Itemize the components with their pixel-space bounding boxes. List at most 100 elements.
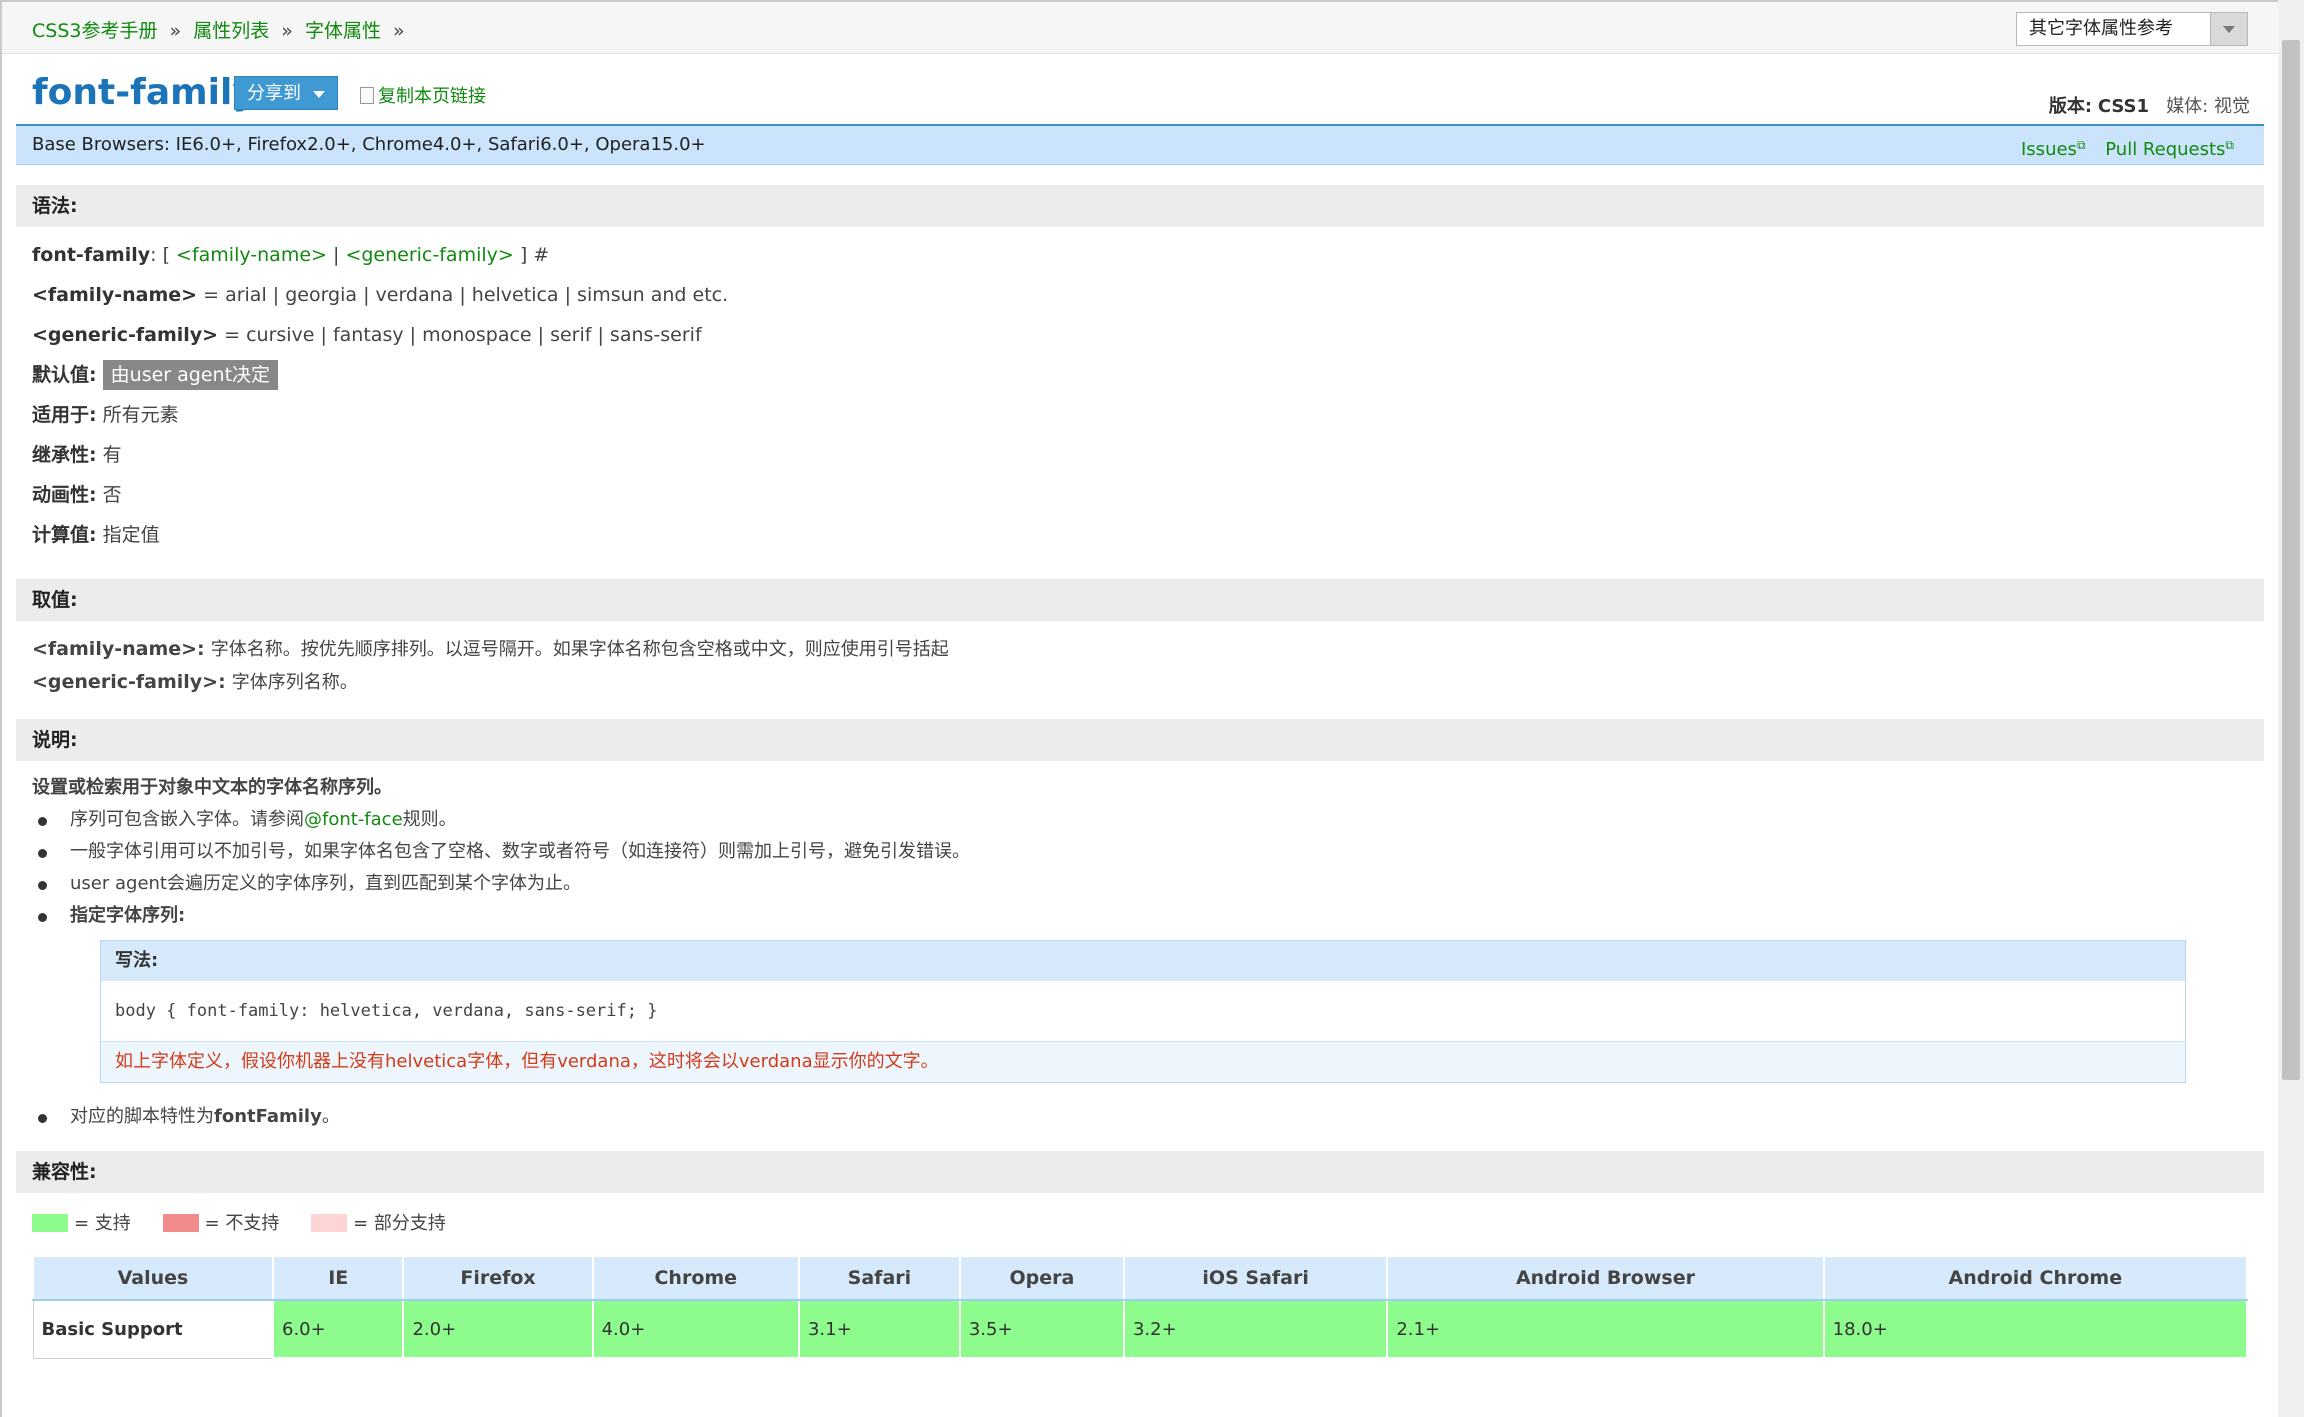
list-item: 指定字体序列:: [32, 900, 2248, 932]
pull-requests-link[interactable]: Pull Requests: [2105, 139, 2225, 160]
font-face-link[interactable]: @font-face: [304, 809, 403, 830]
syntax-pipe: |: [332, 244, 340, 266]
breadcrumb-font-properties[interactable]: 字体属性: [305, 20, 381, 42]
syntax-colon: :: [150, 244, 157, 266]
syntax-close: ] #: [519, 244, 550, 266]
applies-row: 适用于: 所有元素: [32, 395, 2248, 435]
col-header: Values: [32, 1255, 274, 1301]
page: CSS3参考手册 » 属性列表 » 字体属性 » 其它字体属性参考 font-f…: [0, 0, 2278, 1417]
table-cell: 6.0+: [271, 1299, 405, 1359]
breadcrumb-separator: »: [169, 20, 182, 42]
family-name-value: = arial | georgia | verdana | helvetica …: [203, 284, 729, 306]
values-content: <family-name>: 字体名称。按优先顺序排列。以逗号隔开。如果字体名称…: [16, 621, 2264, 699]
top-bar: CSS3参考手册 » 属性列表 » 字体属性 » 其它字体属性参考: [2, 2, 2278, 54]
page-header: font-family 分享到 复制本页链接 版本: CSS1 媒体: 视觉: [16, 54, 2264, 126]
version-value: CSS1: [2097, 96, 2150, 117]
list-item: 对应的脚本特性为fontFamily。: [32, 1101, 2248, 1133]
bullet-text: 指定字体序列:: [70, 905, 186, 926]
computed-row: 计算值: 指定值: [32, 515, 2248, 555]
breadcrumb-property-list[interactable]: 属性列表: [193, 20, 269, 42]
breadcrumb-separator: »: [281, 20, 293, 42]
scrollbar-thumb[interactable]: [2282, 40, 2300, 1080]
bullet-text: 序列可包含嵌入字体。请参阅: [70, 809, 304, 830]
generic-family-value: = cursive | fantasy | monospace | serif …: [224, 324, 702, 346]
col-header: Android Chrome: [1822, 1255, 2249, 1301]
bullet-text: 对应的脚本特性为: [70, 1106, 214, 1127]
family-name-link[interactable]: <family-name>: [176, 244, 327, 266]
value-family-term: <family-name>:: [32, 638, 205, 660]
inherit-label: 继承性:: [32, 444, 97, 466]
select-value: 其它字体属性参考: [2029, 18, 2173, 39]
computed-label: 计算值:: [32, 524, 97, 546]
legend-support: = 支持: [32, 1213, 131, 1234]
family-name-term: <family-name>: [32, 284, 198, 306]
syntax-open: [: [162, 244, 170, 266]
value-generic-desc: 字体序列名称。: [231, 672, 358, 693]
table-cell: 2.1+: [1386, 1299, 1825, 1359]
description-heading: 说明:: [16, 719, 2264, 761]
list-item: 序列可包含嵌入字体。请参阅@font-face规则。: [32, 804, 2248, 836]
table-cell: 4.0+: [591, 1299, 800, 1359]
breadcrumb-separator: »: [393, 20, 405, 42]
generic-family-link[interactable]: <generic-family>: [345, 244, 513, 266]
col-header: iOS Safari: [1122, 1255, 1389, 1301]
generic-family-def: <generic-family> = cursive | fantasy | m…: [32, 315, 2248, 355]
description-content: 设置或检索用于对象中文本的字体名称序列。 序列可包含嵌入字体。请参阅@font-…: [16, 761, 2264, 1133]
legend-nosupport-label: = 不支持: [204, 1213, 280, 1234]
breadcrumb-css3-manual[interactable]: CSS3参考手册: [32, 20, 157, 42]
legend-partial: = 部分支持: [311, 1213, 446, 1234]
description-list: 序列可包含嵌入字体。请参阅@font-face规则。 一般字体引用可以不加引号，…: [32, 804, 2248, 932]
copy-link-label: 复制本页链接: [378, 86, 486, 107]
copy-link-button[interactable]: 复制本页链接: [360, 82, 486, 108]
external-link-icon: ⧉: [2076, 138, 2086, 152]
applies-label: 适用于:: [32, 404, 97, 426]
vertical-scrollbar[interactable]: [2278, 0, 2304, 1417]
chevron-down-icon[interactable]: [2210, 13, 2247, 45]
syntax-prop: font-family: [32, 244, 151, 266]
other-font-props-select[interactable]: 其它字体属性参考: [2016, 12, 2248, 46]
value-generic-family: <generic-family>: 字体序列名称。: [32, 666, 2248, 699]
col-header: Safari: [797, 1255, 961, 1301]
syntax-heading: 语法:: [16, 185, 2264, 227]
external-link-icon: ⧉: [2225, 138, 2234, 152]
value-family-name: <family-name>: 字体名称。按优先顺序排列。以逗号隔开。如果字体名称…: [32, 633, 2248, 666]
animation-label: 动画性:: [32, 484, 97, 506]
col-header: Opera: [958, 1255, 1125, 1301]
bullet-text: user agent会遍历定义的字体序列，直到匹配到某个字体为止。: [70, 873, 581, 894]
breadcrumb: CSS3参考手册 » 属性列表 » 字体属性 »: [32, 16, 411, 43]
document-icon: [360, 87, 374, 104]
computed-value: 指定值: [102, 524, 160, 546]
table-cell: 3.5+: [958, 1299, 1125, 1359]
table-cell: 2.0+: [402, 1299, 594, 1359]
legend-swatch-support: [32, 1214, 68, 1232]
table-cell: 3.1+: [797, 1299, 961, 1359]
syntax-content: font-family: [ <family-name> | <generic-…: [16, 227, 2264, 555]
legend-nosupport: = 不支持: [162, 1213, 280, 1234]
lead-text: 设置或检索用于对象中文本的字体名称序列。: [32, 777, 392, 798]
col-header: Android Browser: [1386, 1255, 1825, 1301]
value-family-desc: 字体名称。按优先顺序排列。以逗号隔开。如果字体名称包含空格或中文，则应使用引号括…: [210, 639, 949, 660]
base-browsers-bar: Base Browsers: IE6.0+, Firefox2.0+, Chro…: [16, 126, 2264, 165]
animation-value: 否: [102, 484, 122, 506]
issues-link[interactable]: Issues: [2021, 139, 2077, 160]
version-info: 版本: CSS1 媒体: 视觉: [2049, 92, 2250, 118]
example-note: 如上字体定义，假设你机器上没有helvetica字体，但有verdana，这时将…: [101, 1042, 2185, 1082]
row-label: Basic Support: [32, 1299, 274, 1359]
legend-partial-label: = 部分支持: [353, 1213, 446, 1234]
compat-heading: 兼容性:: [16, 1151, 2264, 1193]
share-button[interactable]: 分享到: [234, 76, 338, 110]
inherit-value: 有: [102, 444, 122, 466]
col-header: IE: [271, 1255, 405, 1301]
compat-legend: = 支持 = 不支持 = 部分支持: [32, 1207, 2248, 1241]
example-heading: 写法:: [101, 941, 2185, 981]
bullet-text: 。: [321, 1106, 340, 1127]
media-label: 媒体:: [2166, 96, 2209, 117]
description-lead: 设置或检索用于对象中文本的字体名称序列。: [32, 771, 2248, 804]
base-browsers-text: Base Browsers: IE6.0+, Firefox2.0+, Chro…: [32, 134, 706, 155]
animation-row: 动画性: 否: [32, 475, 2248, 515]
default-value: 由user agent决定: [102, 360, 279, 390]
inherit-row: 继承性: 有: [32, 435, 2248, 475]
default-value-row: 默认值: 由user agent决定: [32, 355, 2248, 395]
col-header: Firefox: [402, 1255, 594, 1301]
script-property: fontFamily: [214, 1106, 322, 1127]
